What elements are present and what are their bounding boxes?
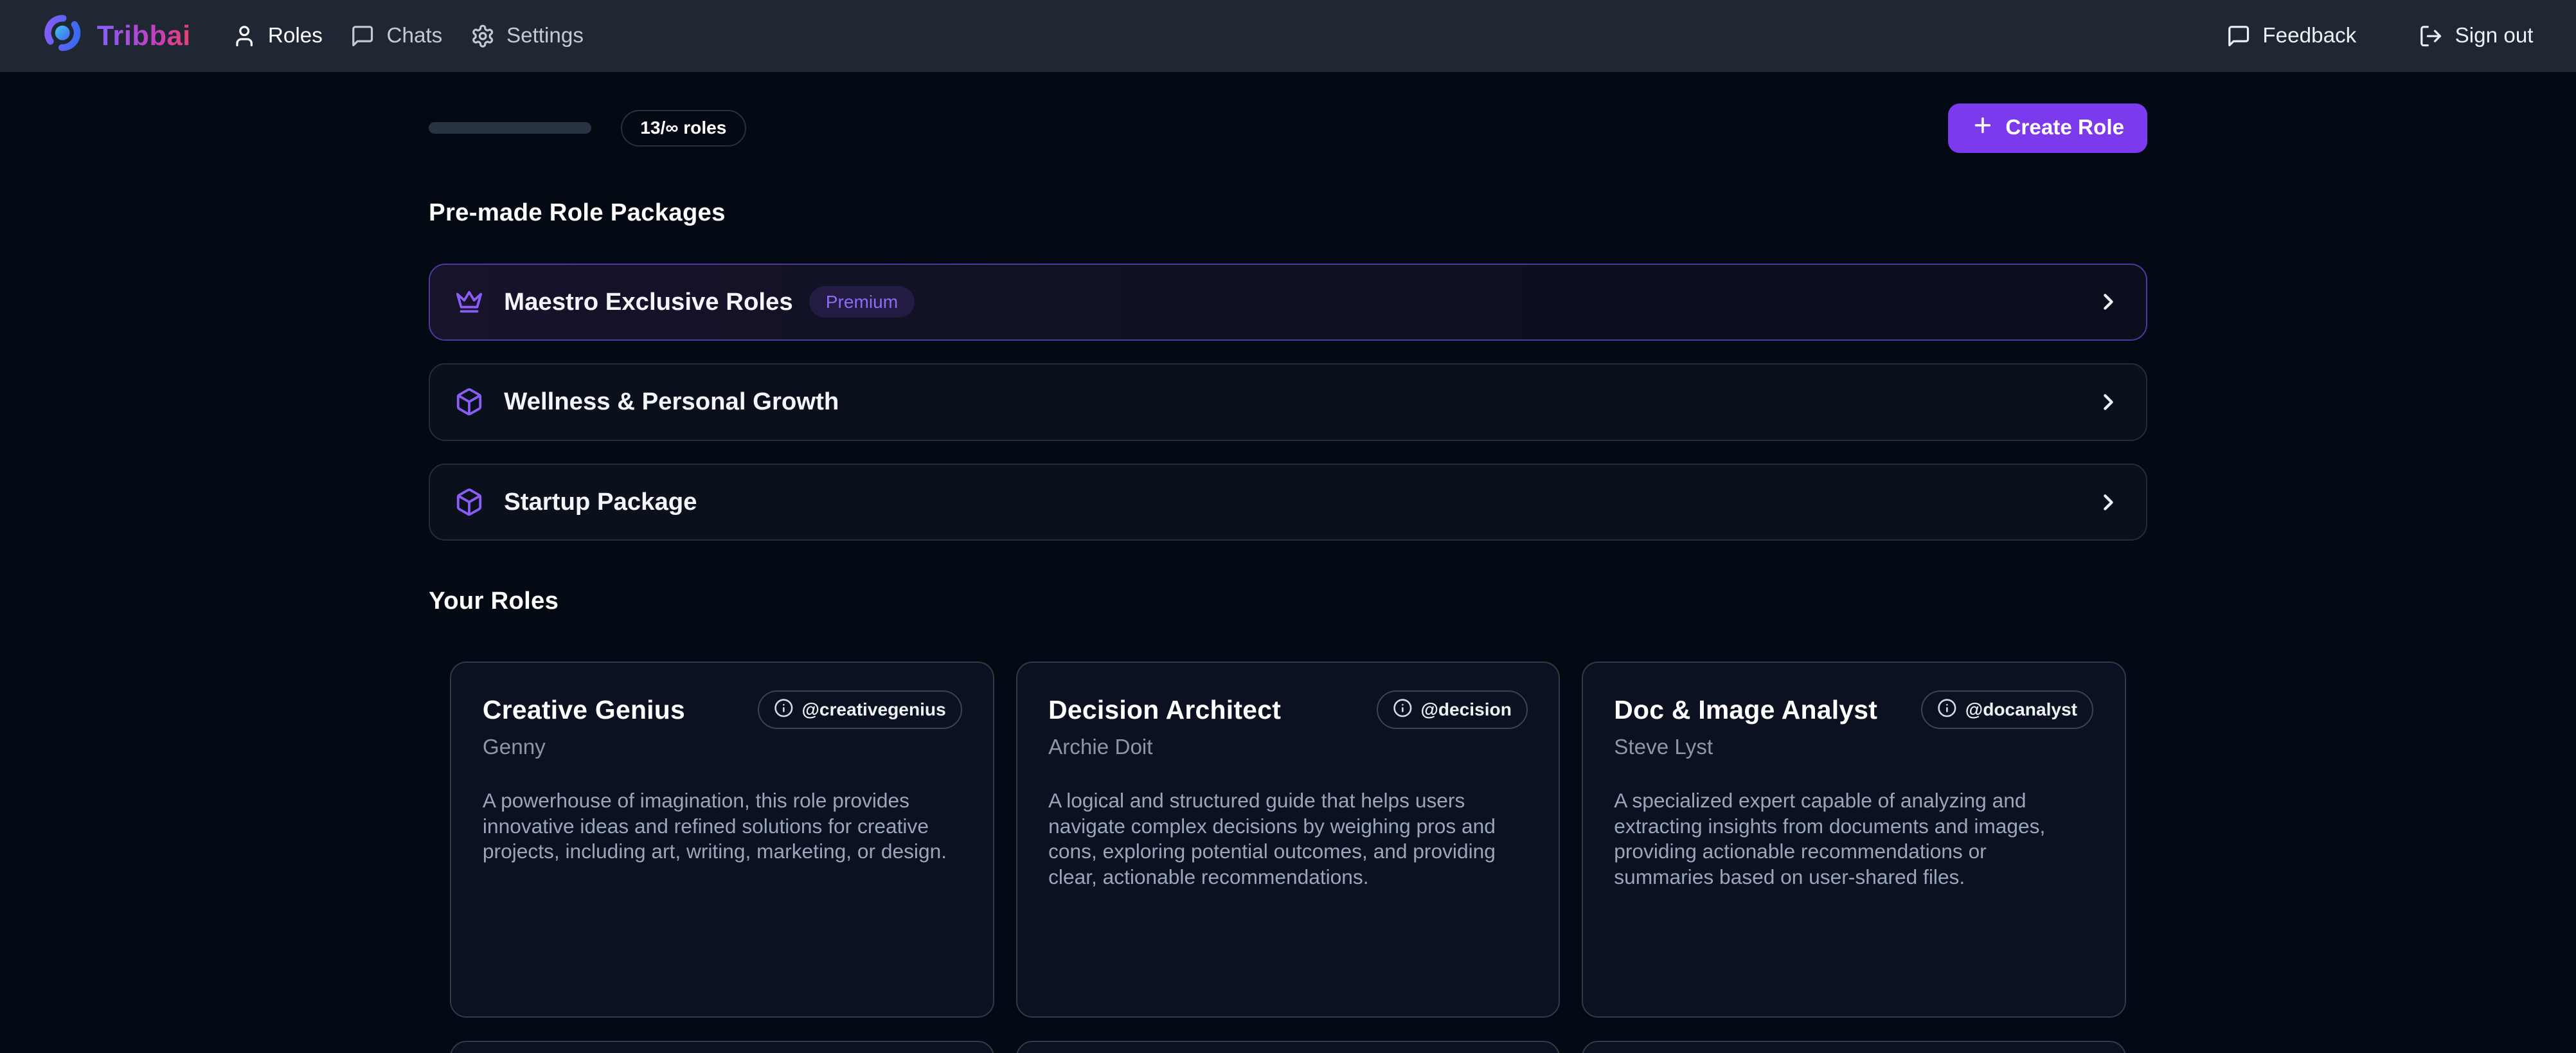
feedback-label: Feedback bbox=[2262, 24, 2356, 48]
nav-item-settings-label: Settings bbox=[506, 24, 584, 48]
role-card-title: Doc & Image Analyst bbox=[1614, 695, 1877, 725]
role-handle-badge[interactable]: @docanalyst bbox=[1921, 690, 2093, 729]
role-card-subtitle: Steve Lyst bbox=[1614, 735, 2093, 760]
info-icon bbox=[1937, 698, 1957, 721]
package-row-wellness[interactable]: Wellness & Personal Growth bbox=[429, 363, 2147, 440]
premium-badge: Premium bbox=[809, 286, 915, 318]
role-card-title: Creative Genius bbox=[483, 695, 685, 725]
roles-toolbar: 13/∞ roles Create Role bbox=[429, 104, 2147, 153]
plus-icon bbox=[1971, 114, 1994, 143]
chevron-right-icon bbox=[2095, 389, 2122, 415]
info-icon bbox=[1393, 698, 1413, 721]
role-handle-badge[interactable]: @creativegenius bbox=[758, 690, 962, 729]
package-list: Maestro Exclusive Roles Premium Wellness… bbox=[429, 264, 2147, 541]
package-icon bbox=[454, 487, 484, 517]
top-navigation-bar: Tribbai Roles bbox=[0, 0, 2576, 72]
role-card-description: A logical and structured guide that help… bbox=[1048, 788, 1528, 890]
role-card-title: Decision Architect bbox=[1048, 695, 1281, 725]
role-handle-text: @docanalyst bbox=[1965, 701, 2077, 719]
info-icon bbox=[774, 698, 794, 721]
create-role-label: Create Role bbox=[2005, 116, 2124, 140]
nav-item-chats-label: Chats bbox=[386, 24, 442, 48]
roles-count-badge: 13/∞ roles bbox=[621, 110, 746, 147]
chevron-right-icon bbox=[2095, 289, 2122, 315]
nav-item-roles-label: Roles bbox=[268, 24, 323, 48]
brand-logo-link[interactable]: Tribbai bbox=[41, 12, 191, 60]
package-name: Startup Package bbox=[504, 488, 697, 516]
role-card-peek[interactable] bbox=[1582, 1041, 2126, 1053]
sign-out-label: Sign out bbox=[2455, 24, 2534, 48]
crown-icon bbox=[454, 287, 484, 317]
roles-cards-grid: Creative Genius @creativegenius Genny A … bbox=[429, 662, 2147, 1053]
user-icon bbox=[232, 24, 256, 48]
main-content: 13/∞ roles Create Role Pre-made Role Pac… bbox=[429, 104, 2147, 1053]
package-name: Maestro Exclusive Roles bbox=[504, 288, 793, 316]
primary-nav: Roles Chats bbox=[232, 24, 584, 48]
nav-item-chats[interactable]: Chats bbox=[350, 24, 442, 48]
chat-bubble-icon bbox=[350, 24, 375, 48]
package-name: Wellness & Personal Growth bbox=[504, 388, 839, 416]
nav-item-roles[interactable]: Roles bbox=[232, 24, 323, 48]
role-handle-badge[interactable]: @decision bbox=[1377, 690, 1528, 729]
package-icon bbox=[454, 387, 484, 417]
tribbai-logo-icon bbox=[41, 12, 84, 60]
package-row-maestro[interactable]: Maestro Exclusive Roles Premium bbox=[429, 264, 2147, 341]
role-card-description: A specialized expert capable of analyzin… bbox=[1614, 788, 2093, 890]
gear-icon bbox=[470, 24, 495, 48]
chevron-right-icon bbox=[2095, 489, 2122, 516]
premade-packages-heading: Pre-made Role Packages bbox=[429, 199, 2147, 227]
role-card-description: A powerhouse of imagination, this role p… bbox=[483, 788, 962, 865]
role-card-subtitle: Archie Doit bbox=[1048, 735, 1528, 760]
role-card-subtitle: Genny bbox=[483, 735, 962, 760]
log-out-icon bbox=[2419, 24, 2443, 48]
role-card-decision-architect[interactable]: Decision Architect @decision Archie Doit… bbox=[1016, 662, 1561, 1018]
app-viewport: Tribbai Roles bbox=[0, 0, 2576, 1053]
sign-out-button[interactable]: Sign out bbox=[2419, 24, 2533, 48]
feedback-button[interactable]: Feedback bbox=[2226, 24, 2356, 48]
package-row-startup[interactable]: Startup Package bbox=[429, 464, 2147, 541]
role-card-peek[interactable] bbox=[1016, 1041, 1561, 1053]
brand-name: Tribbai bbox=[97, 21, 191, 52]
your-roles-heading: Your Roles bbox=[429, 587, 2147, 615]
nav-item-settings[interactable]: Settings bbox=[470, 24, 584, 48]
role-handle-text: @creativegenius bbox=[801, 701, 945, 719]
role-handle-text: @decision bbox=[1420, 701, 1511, 719]
role-card-doc-image-analyst[interactable]: Doc & Image Analyst @docanalyst Steve Ly… bbox=[1582, 662, 2126, 1018]
role-card-peek[interactable] bbox=[450, 1041, 994, 1053]
role-card-creative-genius[interactable]: Creative Genius @creativegenius Genny A … bbox=[450, 662, 994, 1018]
chat-bubble-icon bbox=[2226, 24, 2251, 48]
create-role-button[interactable]: Create Role bbox=[1948, 104, 2147, 153]
roles-progress-bar bbox=[429, 122, 591, 134]
